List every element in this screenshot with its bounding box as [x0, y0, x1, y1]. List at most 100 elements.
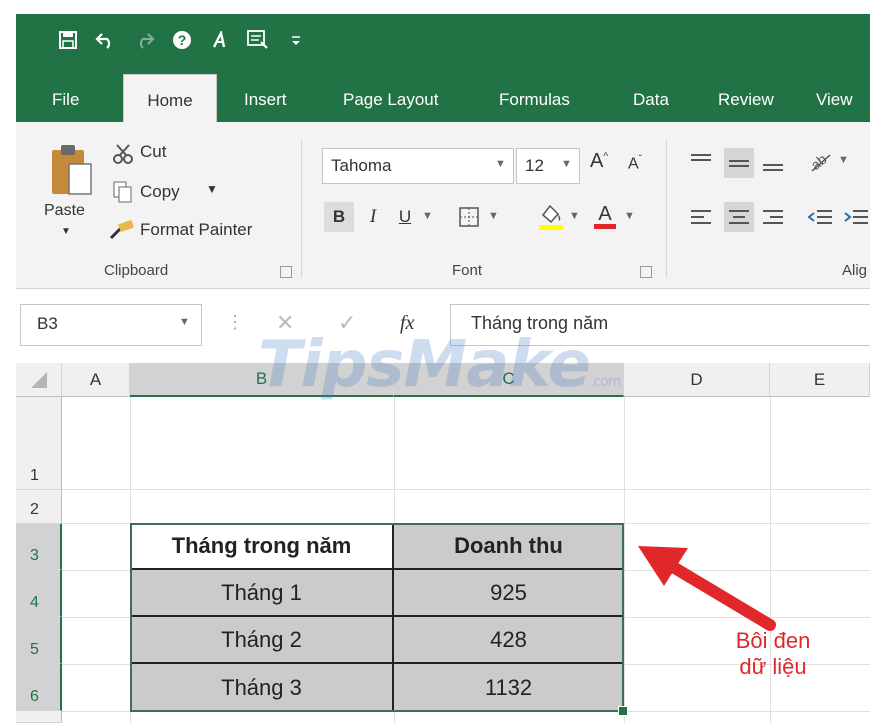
table-cell[interactable]: Tháng 2: [131, 617, 394, 664]
tab-data[interactable]: Data: [633, 74, 669, 122]
table-header-cell[interactable]: Tháng trong năm: [131, 524, 394, 570]
font-group-label: Font: [452, 262, 483, 279]
gridline: [624, 397, 625, 723]
row-header-4[interactable]: 4: [16, 570, 62, 617]
annotation-line-2: dữ liệu: [739, 654, 807, 679]
fill-handle[interactable]: [618, 706, 628, 716]
paste-icon[interactable]: [46, 140, 98, 200]
tab-formulas[interactable]: Formulas: [499, 74, 570, 122]
paste-button[interactable]: Paste: [44, 202, 85, 220]
redo-icon[interactable]: [132, 28, 156, 52]
name-box-value: B3: [37, 314, 58, 333]
column-header-a[interactable]: A: [62, 363, 130, 397]
ribbon-separator: [666, 140, 667, 278]
undo-icon[interactable]: [94, 28, 118, 52]
formula-bar-grip: ⋮: [226, 312, 244, 332]
underline-dropdown-icon[interactable]: ▼: [422, 210, 433, 222]
ribbon-home: Paste ▼ Cut Copy ▼ Format Painter Clipbo…: [16, 122, 870, 289]
format-painter-icon: [108, 218, 136, 242]
middle-align-icon[interactable]: [724, 148, 754, 178]
column-header-e[interactable]: E: [770, 363, 870, 397]
format-painter-button[interactable]: Format Painter: [140, 220, 252, 240]
copy-dropdown-icon[interactable]: ▼: [206, 182, 218, 196]
row-header-1[interactable]: 1: [16, 397, 62, 490]
fill-color-dropdown-icon[interactable]: ▼: [569, 210, 580, 222]
column-header-d[interactable]: D: [624, 363, 770, 397]
row-header-2[interactable]: 2: [16, 490, 62, 524]
decrease-font-size-icon[interactable]: Aˇ: [628, 154, 642, 173]
font-name-select[interactable]: Tahoma ▼: [322, 148, 514, 184]
annotation-arrow-icon: [638, 546, 776, 631]
name-box-dropdown-icon: ▼: [179, 316, 190, 328]
table-cell[interactable]: Tháng 3: [131, 664, 394, 711]
clipboard-group-label: Clipboard: [104, 262, 169, 279]
fill-color-icon[interactable]: [536, 200, 566, 232]
row-header-7[interactable]: [16, 711, 62, 723]
font-color-dropdown-icon[interactable]: ▼: [624, 210, 635, 222]
watermark-suffix: .com: [590, 374, 621, 390]
top-align-icon[interactable]: [688, 148, 714, 174]
underline-icon[interactable]: U: [392, 202, 418, 232]
annotation-line-1: Bôi đen: [735, 628, 811, 653]
italic-icon[interactable]: I: [360, 202, 386, 232]
increase-indent-icon[interactable]: [842, 204, 870, 230]
clipboard-launcher-icon[interactable]: [280, 266, 292, 278]
font-name-dropdown-icon: ▼: [495, 158, 506, 170]
cut-button[interactable]: Cut: [140, 142, 166, 162]
increase-font-size-icon[interactable]: A^: [590, 150, 608, 173]
tab-insert[interactable]: Insert: [244, 74, 287, 122]
align-left-icon[interactable]: [688, 204, 714, 230]
orientation-dropdown-icon[interactable]: ▼: [838, 154, 849, 166]
table-cell[interactable]: 925: [394, 570, 623, 617]
excel-window: ? File Home Insert Page Layout Formulas …: [0, 0, 870, 723]
form-icon[interactable]: [246, 28, 270, 52]
font-color-icon[interactable]: A: [590, 200, 620, 232]
ribbon-tabs: File Home Insert Page Layout Formulas Da…: [16, 74, 870, 123]
quick-access-toolbar: ?: [56, 28, 308, 52]
annotation-text: Bôi đen dữ liệu: [718, 628, 828, 680]
borders-dropdown-icon[interactable]: ▼: [488, 210, 499, 222]
align-center-icon[interactable]: [724, 202, 754, 232]
customize-toolbar-icon[interactable]: [284, 28, 308, 52]
decrease-indent-icon[interactable]: [806, 204, 834, 230]
borders-icon[interactable]: [456, 204, 482, 230]
paste-dropdown-icon[interactable]: ▼: [61, 226, 71, 237]
tab-page-layout[interactable]: Page Layout: [343, 74, 438, 122]
name-box[interactable]: B3 ▼: [20, 304, 202, 346]
table-cell[interactable]: 1132: [394, 664, 623, 711]
watermark-logo: TipsMake.com: [258, 328, 621, 402]
svg-text:ab: ab: [808, 151, 830, 173]
svg-text:A: A: [598, 203, 612, 225]
gridline: [62, 711, 870, 712]
align-right-icon[interactable]: [760, 204, 786, 230]
save-icon[interactable]: [56, 28, 80, 52]
row-header-3[interactable]: 3: [16, 524, 62, 570]
ribbon-separator: [301, 140, 302, 278]
font-size-select[interactable]: 12 ▼: [516, 148, 580, 184]
table-cell[interactable]: 428: [394, 617, 623, 664]
copy-icon: [111, 180, 135, 204]
tab-view[interactable]: View: [816, 74, 853, 122]
font-name-value: Tahoma: [331, 156, 392, 175]
orientation-icon[interactable]: ab: [806, 146, 836, 176]
bottom-align-icon[interactable]: [760, 148, 786, 178]
font-color-quick-icon[interactable]: [208, 28, 232, 52]
svg-text:?: ?: [178, 32, 187, 48]
watermark-text: TipsMake: [258, 328, 591, 402]
row-header-5[interactable]: 5: [16, 617, 62, 664]
select-all-corner[interactable]: [16, 363, 62, 397]
help-icon[interactable]: ?: [170, 28, 194, 52]
tab-file[interactable]: File: [52, 74, 79, 122]
bold-icon[interactable]: B: [324, 202, 354, 232]
font-size-dropdown-icon: ▼: [561, 158, 572, 170]
row-header-6[interactable]: 6: [16, 664, 62, 711]
tab-review[interactable]: Review: [718, 74, 774, 122]
copy-button[interactable]: Copy: [140, 182, 180, 202]
alignment-group-label: Alig: [842, 262, 868, 279]
scissors-icon: [111, 142, 135, 166]
font-launcher-icon[interactable]: [640, 266, 652, 278]
font-size-value: 12: [525, 156, 544, 175]
table-cell[interactable]: Tháng 1: [131, 570, 394, 617]
tab-home[interactable]: Home: [123, 74, 217, 123]
table-header-cell[interactable]: Doanh thu: [394, 524, 623, 570]
